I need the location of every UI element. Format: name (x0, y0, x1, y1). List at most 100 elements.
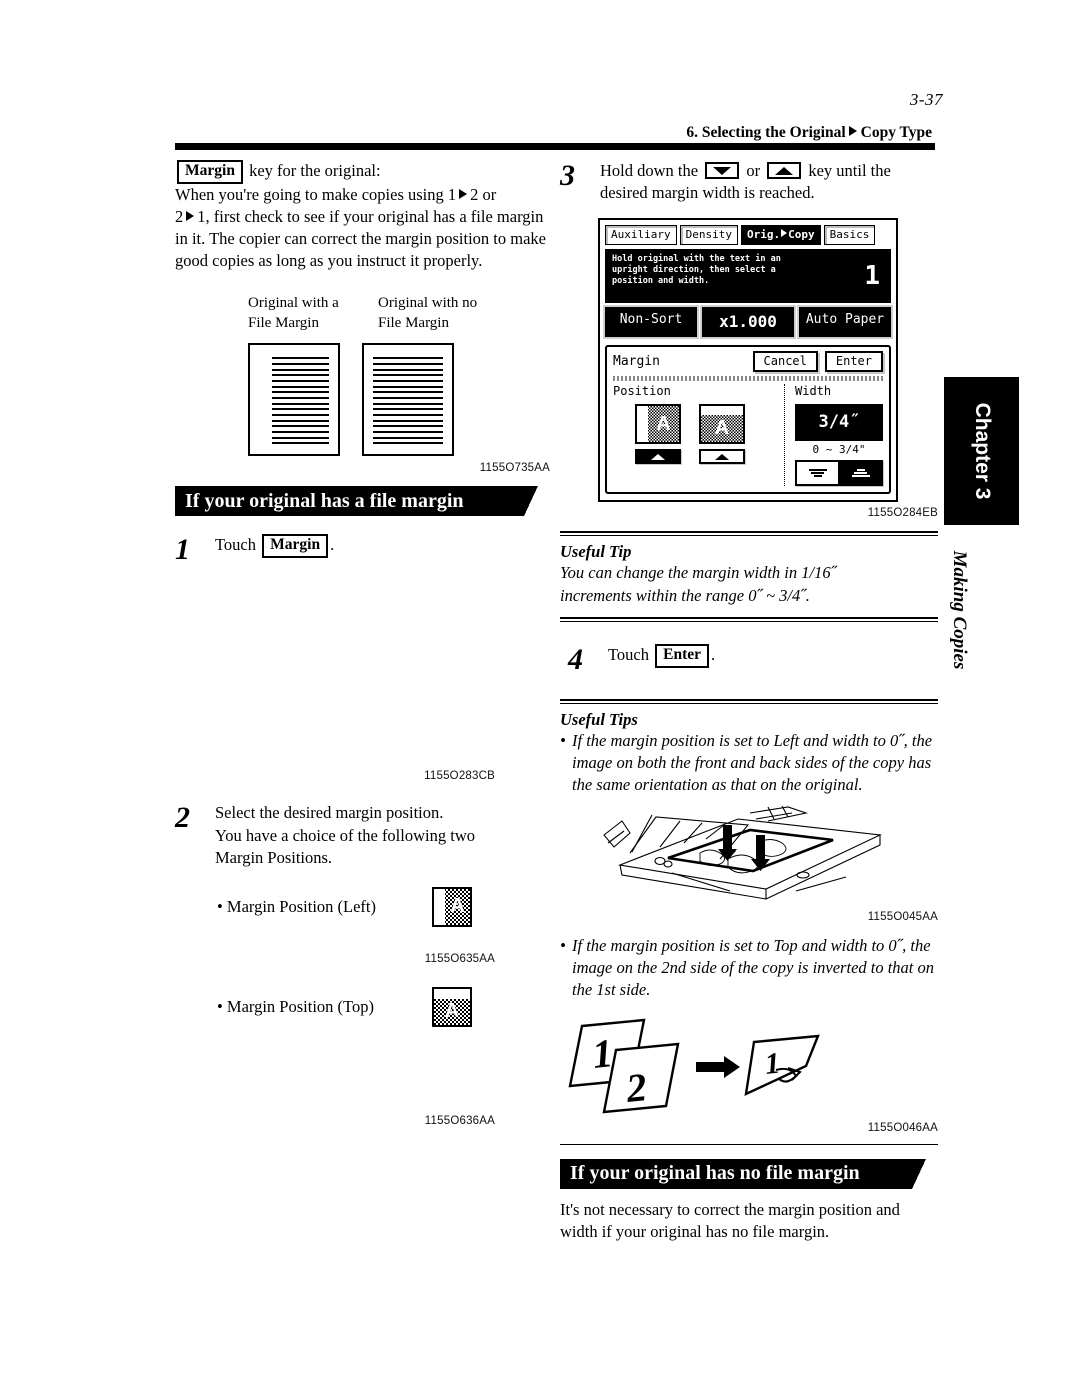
margin-dialog-header: Margin Cancel Enter (613, 351, 883, 373)
tip-rule-top (560, 531, 938, 537)
copy-count-value: 1 (864, 261, 880, 292)
decrease-width-button[interactable] (797, 462, 840, 485)
margin-dialog-body: Position A A Width 3/4˝ 0 ~ 3/4" (613, 384, 883, 487)
increase-width-button[interactable] (840, 462, 881, 485)
step-3: 3 Hold down the or key until the desired… (560, 160, 938, 204)
step4-text-after: . (711, 644, 716, 664)
chapter-subtitle: Making Copies (944, 540, 974, 680)
margin-touch-key[interactable]: Margin (262, 534, 329, 558)
letter-a-glyph: A (450, 895, 465, 918)
width-range-label: 0 ~ 3/4" (812, 443, 866, 457)
step2-line2: You have a choice of the following two (215, 825, 475, 845)
up-arrow-key-icon[interactable] (767, 162, 802, 179)
position-left-thumbnail: A (635, 404, 681, 445)
intro-line1b: 2 or (470, 184, 497, 204)
figure-id: 1155O045AA (867, 910, 938, 923)
width-section: Width 3/4˝ 0 ~ 3/4" (785, 384, 883, 487)
section-heading-no-file-margin: If your original has no file margin (560, 1158, 926, 1189)
step-4: 4 Touch Enter. (560, 643, 938, 675)
sample-caption-left: Original with a File Margin (248, 295, 339, 331)
closing-rule (560, 1143, 938, 1145)
sort-mode-button[interactable]: Non-Sort (605, 307, 697, 338)
triangle-icon (459, 188, 468, 199)
sheet-with-file-margin (248, 343, 340, 457)
margin-position-left-label: • Margin Position (Left) (217, 896, 376, 916)
lcd-message-area: Hold original with the text in an uprigh… (605, 249, 891, 304)
triangle-separator-icon (848, 126, 857, 136)
letter-a-glyph: A (656, 412, 671, 435)
useful-tips-bullet-2: • If the margin position is set to Top a… (560, 935, 938, 1002)
section-heading-label: If your original has no file margin (570, 1162, 860, 1184)
tip-rule-bottom (560, 616, 938, 622)
enter-touch-key[interactable]: Enter (655, 643, 710, 668)
running-head-left: 6. Selecting the Original (686, 124, 846, 141)
text-lines (272, 357, 329, 445)
useful-tips-bullet-1-text: If the margin position is set to Left an… (572, 730, 933, 795)
intro-after-key: key for the original: (249, 161, 381, 180)
cancel-button[interactable]: Cancel (752, 351, 818, 373)
step-1: 1 Touch Margin. (175, 534, 550, 565)
copier-lcd-panel: Auxiliary Density Orig. Copy Basics Hold … (598, 218, 898, 503)
tips-rule-top (560, 698, 938, 704)
paper-select-button[interactable]: Auto Paper (799, 307, 891, 338)
enter-button[interactable]: Enter (824, 351, 883, 373)
down-arrow-key-icon[interactable] (705, 162, 740, 179)
intro-line2a: 2 (175, 206, 184, 226)
step-number: 1 (175, 533, 190, 567)
margin-dialog: Margin Cancel Enter Position A A Width 3… (605, 345, 891, 495)
step3-text-a: Hold down the (600, 161, 699, 180)
useful-tip-line1: You can change the margin width in 1/16˝ (560, 563, 837, 583)
left-column: Margin key for the original: When you're… (175, 160, 550, 1127)
useful-tips-bullet-2-text: If the margin position is set to Top and… (572, 935, 935, 1000)
step-text: Touch Enter. (608, 643, 938, 668)
step2-line1: Select the desired margin position. (215, 803, 444, 823)
zoom-ratio-button[interactable]: x1.000 (702, 307, 794, 338)
lcd-figure: Auxiliary Density Orig. Copy Basics Hold … (560, 218, 938, 519)
step-2: 2 Select the desired margin position. Yo… (175, 802, 550, 869)
step3-text-or: or (746, 161, 761, 180)
margin-dialog-title: Margin (613, 354, 660, 370)
intro-paragraph: Margin key for the original: When you're… (175, 160, 550, 272)
position-option-left[interactable]: A (635, 404, 685, 465)
sample-originals-figure: Original with a File Margin Original wit… (175, 294, 550, 474)
figure-id: 1155O636AA (424, 1114, 495, 1127)
lcd-tab-bar: Auxiliary Density Orig. Copy Basics (605, 225, 891, 246)
down-stack-icon (808, 469, 827, 478)
select-left-button[interactable] (635, 449, 681, 465)
page-number: 3-37 (909, 90, 943, 109)
chapter-tab: Chapter 3 (944, 377, 1019, 525)
select-top-button[interactable] (699, 449, 745, 465)
step3-line2: desired margin width is reached. (600, 183, 815, 203)
section-heading-file-margin: If your original has a file margin (175, 486, 538, 517)
step4-text-before: Touch (608, 644, 650, 664)
useful-tip-heading: Useful Tip (560, 542, 632, 562)
platen-illustration-svg (603, 805, 882, 900)
tab-density[interactable]: Density (679, 225, 738, 246)
useful-tips-block: Useful Tips • If the margin position is … (560, 710, 938, 1134)
step1-text-before: Touch (215, 535, 257, 555)
margin-position-top-label: • Margin Position (Top) (217, 996, 374, 1016)
position-options: A A (613, 404, 778, 465)
tab-basics[interactable]: Basics (823, 225, 876, 246)
chapter-subtitle-label: Making Copies (949, 550, 970, 670)
step3-text-b: key until the (808, 161, 891, 180)
intro-line2b: 1, first check to see if your original h… (197, 206, 493, 226)
position-option-top[interactable]: A (699, 404, 749, 465)
useful-tip-block: Useful Tip You can change the margin wid… (560, 542, 938, 607)
duplex-orientation-svg: 1 2 1 (568, 1018, 820, 1113)
margin-position-left-icon: A (432, 886, 472, 927)
width-value-display: 3/4˝ (795, 404, 883, 442)
figure-id: 1155O635AA (424, 952, 495, 965)
bullet-dot: • (560, 730, 566, 750)
margin-position-left-row: • Margin Position (Left) A (175, 886, 550, 927)
letter-a-glyph: A (444, 1000, 460, 1023)
tab-auxiliary[interactable]: Auxiliary (605, 225, 677, 246)
step2-line3: Margin Positions. (215, 847, 333, 867)
step-text: Touch Margin. (215, 534, 550, 558)
bullet-dot: • (560, 935, 566, 955)
chapter-tab-label: Chapter 3 (970, 402, 994, 500)
useful-tips-heading: Useful Tips (560, 709, 638, 729)
tab-orig-label: Orig. (746, 228, 781, 242)
width-adjust-buttons (795, 460, 883, 487)
tab-orig-copy[interactable]: Orig. Copy (740, 225, 821, 246)
